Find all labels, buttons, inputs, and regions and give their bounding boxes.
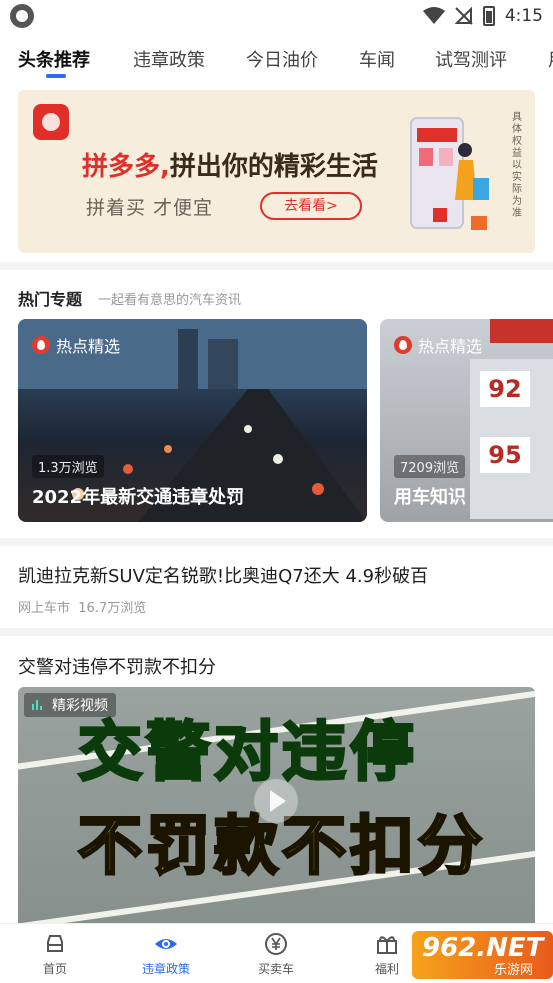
fire-icon — [394, 336, 412, 354]
section-divider — [0, 262, 553, 270]
banner-cta-button[interactable]: 去看看> — [260, 192, 362, 220]
news-views: 16.7万浏览 — [78, 601, 147, 616]
section-divider — [0, 538, 553, 546]
watermark-site-name: 乐游网 — [494, 963, 534, 978]
nav-violation-policy[interactable]: 违章政策 — [126, 932, 206, 977]
category-tabs: 头条推荐 违章政策 今日油价 车闻 试驾测评 用 — [0, 40, 553, 82]
card-tag: 热点精选 — [32, 333, 120, 357]
status-time: 4:15 — [504, 6, 543, 26]
gift-icon — [377, 936, 397, 954]
card-title: 2022年最新交通违章处罚 — [32, 487, 245, 508]
app-notification-icon — [10, 4, 34, 28]
nav-violation-policy-label: 违章政策 — [141, 962, 190, 976]
news-meta: 网上车市 16.7万浏览 — [18, 597, 146, 616]
sound-bars-icon — [32, 700, 46, 710]
banner-subline: 拼着买 才便宜 — [86, 197, 214, 219]
battery-icon — [482, 6, 495, 26]
nav-home[interactable]: 首页 — [15, 932, 95, 977]
news-source: 网上车市 — [18, 601, 71, 616]
banner-headline: 拼多多,拼出你的精彩生活 — [82, 146, 378, 183]
hot-topics-subtitle: 一起看有意思的汽车资讯 — [98, 293, 242, 308]
pinduoduo-logo-icon — [33, 104, 69, 140]
status-bar: 4:15 — [0, 0, 553, 32]
tab-headlines[interactable]: 头条推荐 — [18, 46, 90, 72]
fuel-price-95: 95 — [480, 437, 530, 473]
tab-active-indicator — [46, 74, 66, 78]
tab-more[interactable]: 用 — [548, 46, 553, 72]
card-tag-label: 热点精选 — [418, 337, 483, 356]
car-icon — [47, 935, 63, 952]
topic-card-car-knowledge[interactable]: 92 95 热点精选 7209浏览 用车知识 — [380, 319, 553, 522]
video-news-title[interactable]: 交警对违停不罚款不扣分 — [18, 653, 216, 679]
nav-buy-sell-car-label: 买卖车 — [257, 962, 294, 976]
gas-station-sign — [490, 319, 553, 343]
banner-disclaimer: 具体权益以实际为准 — [512, 112, 522, 219]
banner-slogan: 拼出你的精彩生活 — [169, 152, 378, 182]
news-title[interactable]: 凯迪拉克新SUV定名锐歌!比奥迪Q7还大 4.9秒破百 — [18, 562, 428, 588]
fuel-price-92: 92 — [480, 371, 530, 407]
section-divider — [0, 628, 553, 636]
shopping-illustration-icon — [410, 117, 489, 230]
tab-violation-policy[interactable]: 违章政策 — [133, 46, 205, 72]
ad-banner[interactable]: 拼多多,拼出你的精彩生活 拼着买 才便宜 去看看> 具体权益以实际为准 — [18, 90, 535, 253]
card-tag-label: 热点精选 — [56, 337, 121, 356]
topic-card-traffic-penalty[interactable]: 热点精选 1.3万浏览 2022年最新交通违章处罚 — [18, 319, 367, 522]
tab-oil-price[interactable]: 今日油价 — [246, 46, 318, 72]
site-watermark: 962.NET 乐游网 — [412, 931, 553, 979]
tab-car-news[interactable]: 车闻 — [359, 46, 395, 72]
hot-topics-title: 热门专题 — [18, 290, 83, 309]
card-tag: 热点精选 — [394, 333, 482, 357]
fire-icon — [32, 336, 50, 354]
card-views: 1.3万浏览 — [32, 455, 104, 478]
wifi-icon — [422, 7, 445, 24]
banner-brand: 拼多多, — [82, 152, 170, 182]
nav-home-label: 首页 — [42, 962, 67, 976]
signal-off-icon — [454, 7, 473, 25]
video-thumbnail[interactable]: 精彩视频 交警对违停 不罚款不扣分 — [18, 687, 535, 923]
nav-buy-sell-car[interactable]: 买卖车 — [236, 932, 316, 977]
video-caption-line1: 交警对违停 — [77, 715, 418, 792]
eye-icon — [155, 939, 177, 949]
tab-test-drive[interactable]: 试驾测评 — [435, 46, 507, 72]
yen-circle-icon — [265, 933, 287, 955]
play-icon[interactable] — [254, 779, 298, 823]
nav-welfare-label: 福利 — [374, 962, 399, 976]
card-views: 7209浏览 — [394, 455, 466, 478]
card-title: 用车知识 — [394, 487, 466, 508]
